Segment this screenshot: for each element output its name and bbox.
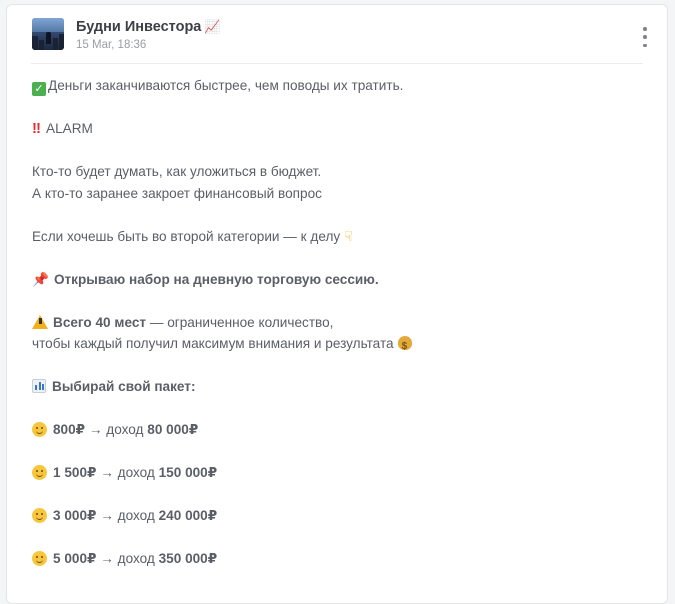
package-item: 3 000₽ → доход 240 000₽ — [32, 505, 643, 527]
smiling-face-icon — [32, 465, 47, 480]
post-line-6: 📌 Открываю набор на дневную торговую сесс… — [32, 269, 643, 291]
post-line-5: Если хочешь быть во второй категории — к… — [32, 226, 643, 248]
alarm-text: ALARM — [46, 121, 93, 136]
bar-chart-icon — [32, 379, 46, 393]
post-line-text: Деньги заканчиваются быстрее, чем поводы… — [48, 78, 404, 93]
channel-name[interactable]: Будни Инвестора 📈 — [76, 17, 221, 37]
post-card: Будни Инвестора 📈 15 Mar, 18:36 ✓ Деньги з… — [6, 4, 668, 604]
post-line-text: чтобы каждый получил максимум внимания и… — [32, 336, 394, 351]
post-line-text: Открываю набор на дневную торговую сесси… — [53, 271, 379, 287]
post-line-text: — ограниченное количество, — [146, 314, 334, 330]
places-count: Всего 40 мест — [53, 314, 147, 330]
smiling-face-icon — [32, 422, 47, 437]
package-arrow: → доход — [88, 422, 144, 437]
post-line-7: Всего 40 мест — ограниченное количество, — [32, 312, 643, 334]
post-header: Будни Инвестора 📈 15 Mar, 18:36 — [31, 17, 647, 64]
post-line-8: чтобы каждый получил максимум внимания и… — [32, 333, 643, 358]
package-price: 5 000₽ — [53, 551, 97, 566]
post-line-4: А кто-то заранее закроет финансовый вопр… — [32, 185, 322, 201]
package-income: 350 000₽ — [158, 551, 218, 566]
post-line-1: ✓ Деньги заканчиваются быстрее, чем повод… — [32, 75, 643, 97]
package-income: 150 000₽ — [158, 465, 218, 480]
pointing-down-icon: ☟ — [344, 227, 353, 244]
channel-avatar[interactable] — [32, 18, 64, 50]
smiling-face-icon — [32, 551, 47, 566]
package-arrow: → доход — [100, 465, 155, 480]
money-bag-icon — [397, 336, 412, 358]
post-line-9: Выбирай свой пакет: — [32, 376, 643, 398]
package-income: 80 000₽ — [147, 422, 199, 437]
post-body: ✓ Деньги заканчиваются быстрее, чем повод… — [32, 75, 643, 570]
package-item: 5 000₽ → доход 350 000₽ — [32, 548, 643, 570]
package-income: 240 000₽ — [158, 508, 218, 523]
more-options-icon[interactable] — [637, 27, 653, 47]
double-exclamation-icon: !! — [32, 120, 41, 137]
package-arrow: → доход — [100, 551, 155, 566]
post-timestamp: 15 Mar, 18:36 — [76, 39, 147, 51]
package-item: 1 500₽ → доход 150 000₽ — [32, 462, 643, 484]
smiling-face-icon — [32, 508, 47, 523]
package-price: 1 500₽ — [53, 465, 97, 480]
pushpin-icon: 📌 — [32, 271, 49, 287]
chart-increasing-icon: 📈 — [204, 19, 221, 34]
channel-name-text: Будни Инвестора — [76, 19, 202, 35]
post-line-3: Кто-то будет думать, как уложиться в бюд… — [32, 164, 322, 179]
package-arrow: → доход — [100, 508, 155, 523]
package-price: 3 000₽ — [53, 508, 97, 523]
check-mark-icon: ✓ — [32, 82, 46, 96]
post-line-text: Если хочешь быть во второй категории — к… — [32, 228, 341, 244]
package-item: 800₽ → доход 80 000₽ — [32, 419, 643, 441]
warning-icon — [32, 314, 48, 329]
alarm-line: !! ALARM — [32, 118, 643, 140]
post-line-text: Выбирай свой пакет: — [52, 379, 196, 394]
package-price: 800₽ — [53, 422, 86, 437]
